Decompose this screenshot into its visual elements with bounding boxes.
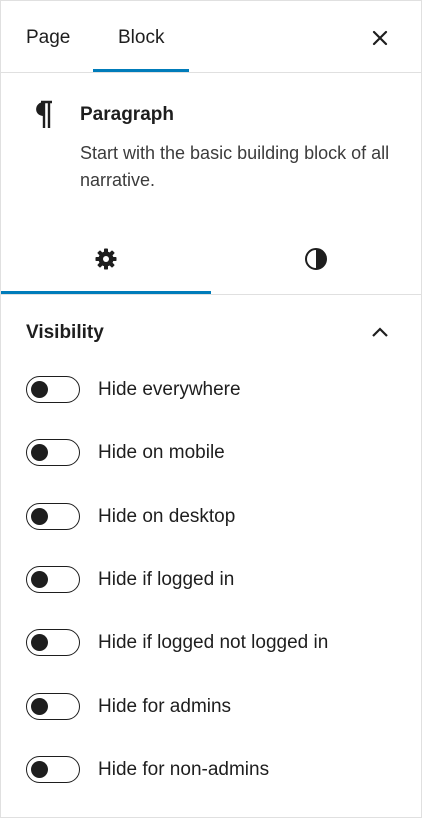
hide-on-desktop-toggle[interactable] xyxy=(26,503,80,530)
toggle-label: Hide for admins xyxy=(98,696,232,717)
gear-icon xyxy=(95,248,117,270)
close-sidebar-button[interactable] xyxy=(365,23,395,53)
toggle-row-hide-on-mobile: Hide on mobile xyxy=(1,433,421,473)
tab-settings[interactable] xyxy=(1,225,211,295)
block-card: Paragraph Start with the basic building … xyxy=(1,73,421,225)
tab-styles[interactable] xyxy=(211,225,421,295)
hide-everywhere-toggle[interactable] xyxy=(26,376,80,403)
tab-page[interactable]: Page xyxy=(26,1,70,73)
toggle-label: Hide on desktop xyxy=(98,506,236,527)
toggle-knob xyxy=(31,508,48,525)
toggle-row-hide-if-logged-in: Hide if logged in xyxy=(1,560,421,600)
chevron-up-icon xyxy=(372,327,388,337)
hide-if-logged-in-toggle[interactable] xyxy=(26,566,80,593)
toggle-label: Hide on mobile xyxy=(98,442,225,463)
toggle-row-hide-everywhere: Hide everywhere xyxy=(1,370,421,410)
toggle-row-hide-for-admins: Hide for admins xyxy=(1,687,421,727)
toggle-label: Hide if logged not logged in xyxy=(98,632,329,653)
toggle-label: Hide for non-admins xyxy=(98,759,270,780)
close-icon xyxy=(372,30,388,46)
block-title: Paragraph xyxy=(80,104,174,125)
block-description: Start with the basic building block of a… xyxy=(80,143,390,190)
tab-block[interactable]: Block xyxy=(118,1,164,73)
toggle-label: Hide everywhere xyxy=(98,379,241,400)
hide-if-not-logged-in-toggle[interactable] xyxy=(26,629,80,656)
toggle-knob xyxy=(31,381,48,398)
active-subtab-indicator xyxy=(1,291,211,294)
toggle-row-hide-on-desktop: Hide on desktop xyxy=(1,497,421,537)
paragraph-icon xyxy=(36,100,52,128)
toggle-knob xyxy=(31,634,48,651)
toggle-knob xyxy=(31,444,48,461)
contrast-icon xyxy=(305,248,327,270)
block-settings-sidebar: Page Block Paragraph Start with the basi… xyxy=(0,0,422,818)
toggle-knob xyxy=(31,698,48,715)
hide-on-mobile-toggle[interactable] xyxy=(26,439,80,466)
toggle-label: Hide if logged in xyxy=(98,569,235,590)
toggle-knob xyxy=(31,571,48,588)
hide-for-admins-toggle[interactable] xyxy=(26,693,80,720)
visibility-title: Visibility xyxy=(26,322,104,343)
active-tab-indicator xyxy=(93,69,189,72)
toggle-row-hide-for-non-admins: Hide for non-admins xyxy=(1,750,421,790)
toggle-row-hide-if-not-logged-in: Hide if logged not logged in xyxy=(1,623,421,663)
sidebar-tabs: Page Block xyxy=(1,1,421,73)
block-inspector-tabs xyxy=(1,225,421,295)
toggle-knob xyxy=(31,761,48,778)
hide-for-non-admins-toggle[interactable] xyxy=(26,756,80,783)
visibility-panel-toggle[interactable]: Visibility xyxy=(1,295,421,371)
